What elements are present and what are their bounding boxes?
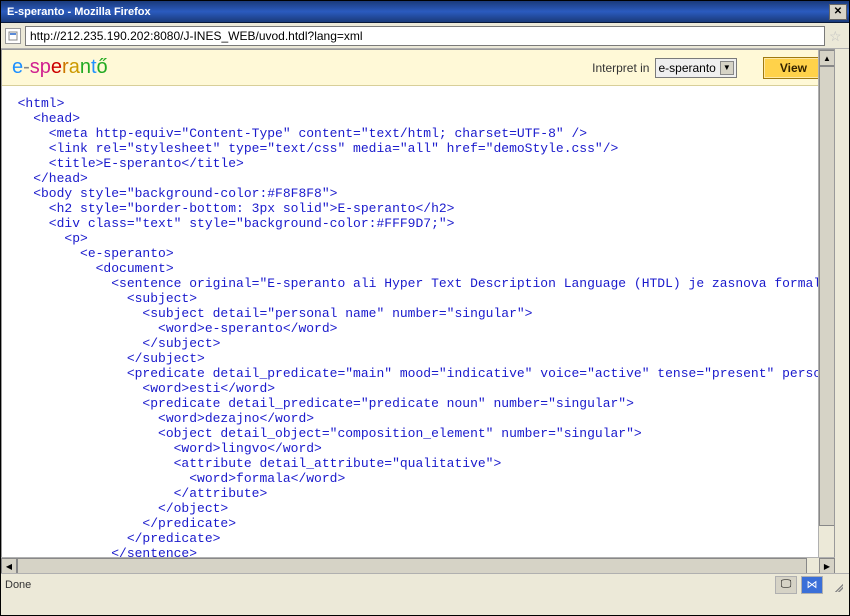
address-bar: ☆	[1, 23, 849, 49]
status-text: Done	[5, 579, 771, 591]
bookmark-star-icon[interactable]: ☆	[829, 28, 845, 44]
interpret-label: Interpret in	[592, 61, 649, 75]
resize-grip-icon[interactable]	[827, 576, 845, 594]
window-close-button[interactable]: ✕	[829, 4, 847, 20]
chevron-down-icon: ▼	[720, 61, 734, 75]
horizontal-scrollbar[interactable]: ◀ ▶	[1, 557, 835, 573]
source-code-view: <html> <head> <meta http-equiv="Content-…	[2, 86, 834, 561]
interpret-select[interactable]: e-speranto ▼	[655, 58, 736, 78]
vscroll-thumb[interactable]	[819, 66, 835, 526]
top-banner: e-sperantő Interpret in e-speranto ▼ Vie…	[2, 50, 834, 86]
window-title: E-speranto - Mozilla Firefox	[3, 6, 827, 18]
scroll-right-button[interactable]: ▶	[819, 558, 835, 574]
hscroll-track[interactable]	[17, 558, 819, 573]
vertical-scrollbar[interactable]: ▲ ▼	[818, 50, 834, 579]
page-content: e-sperantő Interpret in e-speranto ▼ Vie…	[1, 49, 835, 579]
logo-letter: n	[80, 56, 91, 78]
logo-letter: -	[23, 56, 30, 78]
tray-icon-1[interactable]: 🖵	[775, 576, 797, 594]
scroll-up-button[interactable]: ▲	[819, 50, 835, 66]
content-region: e-sperantő Interpret in e-speranto ▼ Vie…	[1, 49, 849, 595]
close-icon: ✕	[834, 6, 842, 17]
logo-letter: e	[51, 56, 62, 78]
page-icon	[5, 28, 21, 44]
tray-icon-2[interactable]: ⋈	[801, 576, 823, 594]
logo-letter: s	[30, 56, 40, 78]
logo-letter: e	[12, 56, 23, 78]
logo-letter: ő	[97, 56, 108, 78]
hscroll-thumb[interactable]	[17, 558, 807, 574]
esperanto-logo: e-sperantő	[12, 56, 586, 79]
url-input[interactable]	[25, 26, 825, 46]
vscroll-track[interactable]	[819, 66, 834, 564]
interpret-select-value: e-speranto	[658, 61, 715, 75]
status-bar: Done 🖵 ⋈	[1, 573, 849, 595]
view-button[interactable]: View	[763, 57, 824, 79]
scroll-left-button[interactable]: ◀	[1, 558, 17, 574]
logo-letter: a	[69, 56, 80, 78]
logo-letter: p	[40, 56, 51, 78]
logo-letter: r	[62, 56, 69, 78]
window-titlebar: E-speranto - Mozilla Firefox ✕	[1, 1, 849, 23]
